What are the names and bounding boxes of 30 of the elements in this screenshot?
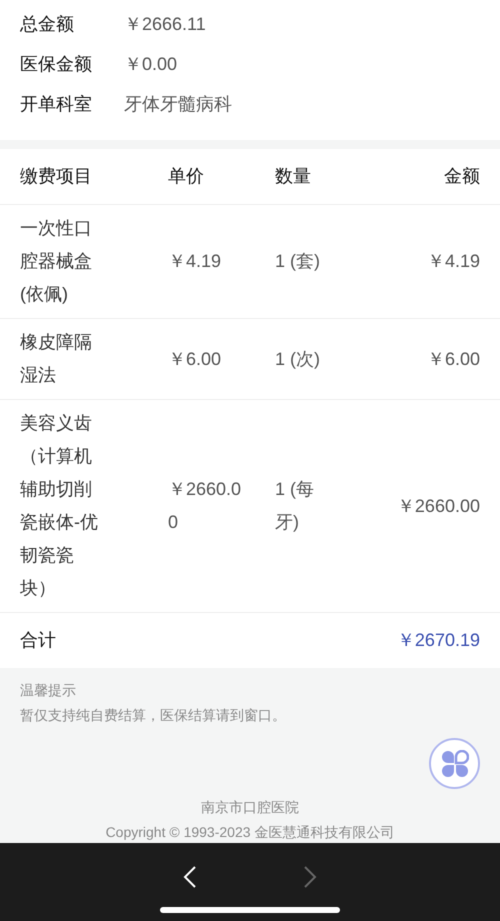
- quantity-cell-text: 1 (每牙): [275, 478, 316, 534]
- clover-icon: [440, 750, 468, 778]
- price-cell-text: ￥4.19: [168, 250, 222, 274]
- summary-label: 总金额: [20, 12, 75, 36]
- item-cell-text: 一次性口腔器械盒(依佩): [20, 217, 93, 306]
- column-header: 数量: [275, 165, 311, 188]
- total-label: 合计: [20, 629, 56, 652]
- notice-text: 暂仅支持纯自费结算，医保结算请到窗口。: [20, 706, 287, 726]
- column-header: 金额: [444, 165, 480, 188]
- price-cell-text: ￥6.00: [168, 348, 222, 371]
- price-cell-text: ￥2660.00: [168, 478, 242, 534]
- item-cell-text: 橡皮障隔湿法: [20, 331, 93, 388]
- column-header: 缴费项目: [20, 165, 92, 188]
- hospital-name: 南京市口腔医院: [201, 798, 299, 818]
- column-header: 单价: [168, 165, 204, 188]
- amount-cell-text: ￥4.19: [426, 250, 480, 274]
- menu-button[interactable]: [429, 738, 480, 790]
- summary-value: ￥2666.11: [124, 12, 206, 36]
- summary-label: 医保金额: [20, 52, 93, 76]
- amount-cell-text: ￥2660.00: [396, 494, 480, 518]
- summary-value: 牙体牙髓病科: [124, 92, 232, 116]
- copyright-text: Copyright © 1993-2023 金医慧通科技有限公司: [106, 823, 394, 842]
- summary-value: ￥0.00: [124, 52, 178, 76]
- amount-cell-text: ￥6.00: [426, 348, 480, 371]
- item-cell-text: 美容义齿（计算机辅助切削瓷嵌体-优韧瓷瓷块）: [20, 412, 99, 600]
- notice-title: 温馨提示: [20, 681, 77, 700]
- quantity-cell-text: 1 (套): [275, 250, 321, 274]
- total-value: ￥2670.19: [396, 629, 480, 652]
- summary-label: 开单科室: [20, 92, 93, 116]
- quantity-cell-text: 1 (次): [275, 348, 321, 371]
